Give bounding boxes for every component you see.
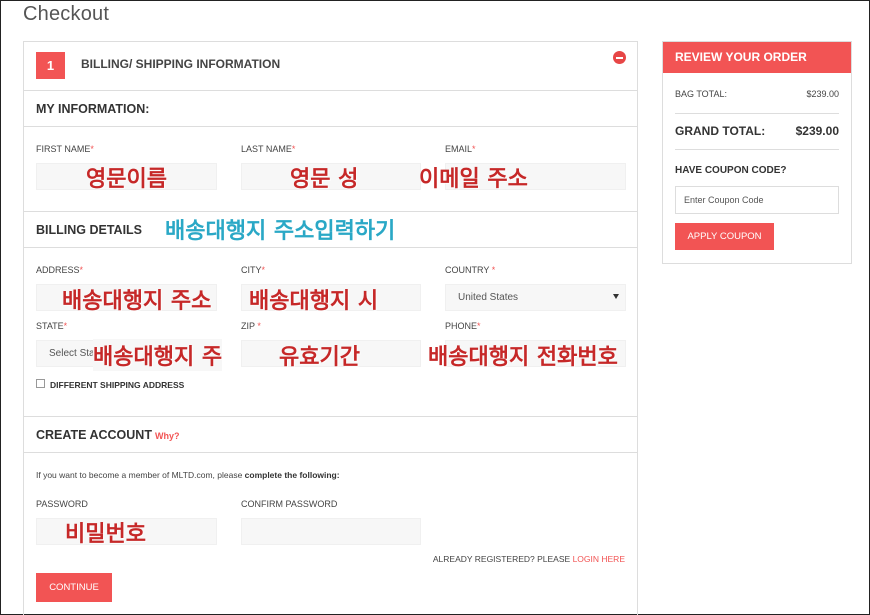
dropdown-arrow-icon — [613, 294, 619, 299]
create-account-heading: CREATE ACCOUNT Why? — [36, 428, 180, 442]
password-annotation: 비밀번호 — [65, 522, 146, 547]
review-order-heading: REVIEW YOUR ORDER — [663, 42, 851, 73]
phone-label: PHONE* — [445, 321, 481, 331]
first-name-annotation: 영문이름 — [86, 167, 167, 192]
first-name-label: FIRST NAME* — [36, 144, 94, 154]
grand-total-label: GRAND TOTAL: — [675, 124, 766, 138]
checkout-form-panel: 1 BILLING/ SHIPPING INFORMATION MY INFOR… — [23, 41, 638, 615]
page-title: Checkout — [23, 3, 110, 25]
collapse-minus-icon[interactable] — [613, 51, 626, 64]
grand-total-row: GRAND TOTAL: $239.00 — [675, 124, 839, 138]
password-label: PASSWORD — [36, 499, 88, 509]
zip-label: ZIP * — [241, 321, 261, 331]
my-information-heading: MY INFORMATION: — [36, 102, 150, 116]
confirm-password-label: CONFIRM PASSWORD — [241, 499, 338, 509]
email-label: EMAIL* — [445, 144, 476, 154]
create-account-header: CREATE ACCOUNT Why? — [24, 416, 637, 453]
coupon-code-input[interactable] — [675, 186, 839, 214]
already-registered-text: ALREADY REGISTERED? PLEASE LOGIN HERE — [432, 554, 625, 564]
zip-annotation: 유효기간 — [279, 345, 360, 370]
step-header[interactable]: 1 BILLING/ SHIPPING INFORMATION — [24, 42, 637, 90]
coupon-code-label: HAVE COUPON CODE? — [675, 165, 787, 176]
country-label: COUNTRY * — [445, 265, 496, 275]
step-title: BILLING/ SHIPPING INFORMATION — [81, 57, 281, 71]
confirm-password-input[interactable] — [241, 518, 421, 545]
city-label: CITY* — [241, 265, 266, 275]
billing-details-heading: BILLING DETAILS — [36, 223, 143, 237]
review-order-panel: REVIEW YOUR ORDER BAG TOTAL: $239.00 GRA… — [662, 41, 852, 264]
state-label: STATE* — [36, 321, 68, 331]
different-shipping-checkbox[interactable] — [36, 379, 45, 388]
bag-total-row: BAG TOTAL: $239.00 — [675, 89, 839, 114]
email-annotation: 이메일 주소 — [419, 167, 528, 192]
last-name-label: LAST NAME* — [241, 144, 296, 154]
address-label: ADDRESS* — [36, 265, 84, 275]
my-information-header: MY INFORMATION: — [24, 90, 637, 127]
grand-total-divider — [675, 149, 839, 150]
last-name-annotation: 영문 성 — [290, 167, 359, 192]
city-annotation: 배송대행지 시 — [249, 289, 379, 314]
create-account-info: If you want to become a member of MLTD.c… — [36, 470, 340, 480]
login-here-link[interactable]: LOGIN HERE — [573, 554, 625, 564]
apply-coupon-button[interactable]: APPLY COUPON — [675, 223, 774, 250]
why-link[interactable]: Why? — [155, 431, 180, 441]
bag-total-value: $239.00 — [806, 89, 839, 99]
continue-button[interactable]: CONTINUE — [36, 573, 112, 602]
phone-annotation: 배송대행지 전화번호 — [428, 345, 618, 370]
bag-total-label: BAG TOTAL: — [675, 89, 728, 99]
country-selected-value: United States — [458, 292, 519, 303]
different-shipping-label: DIFFERENT SHIPPING ADDRESS — [50, 380, 185, 390]
address-annotation: 배송대행지 주소 — [62, 289, 212, 314]
state-annotation: 배송대행지 주 — [93, 339, 223, 371]
grand-total-value: $239.00 — [795, 124, 839, 138]
billing-heading-annotation: 배송대행지 주소입력하기 — [165, 219, 396, 244]
country-select[interactable]: United States — [445, 284, 626, 311]
step-number-badge: 1 — [36, 52, 65, 79]
